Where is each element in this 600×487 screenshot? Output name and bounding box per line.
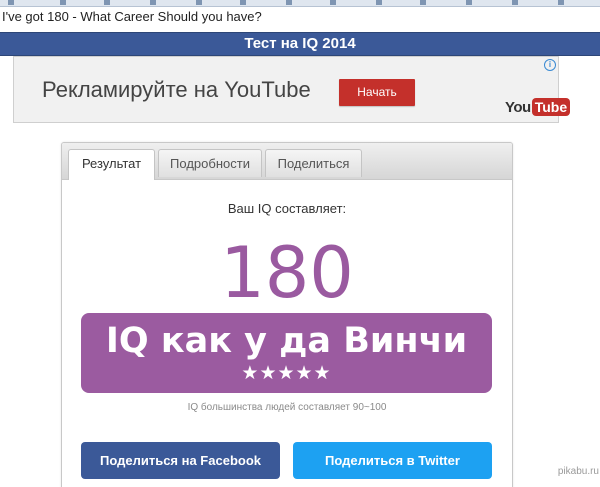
toolbar-icon[interactable]	[8, 0, 14, 5]
ad-banner[interactable]: i Рекламируйте на YouTube Начать You Tub…	[13, 56, 571, 123]
toolbar-icon[interactable]	[150, 0, 156, 5]
toolbar-icon[interactable]	[330, 0, 336, 5]
rating-stars: ★★★★★	[241, 363, 332, 384]
iq-score: 180	[220, 232, 354, 314]
toolbar-icon[interactable]	[104, 0, 110, 5]
toolbar-icon[interactable]	[286, 0, 292, 5]
ad-text[interactable]: Рекламируйте на YouTube	[42, 77, 311, 103]
average-iq-note: IQ большинства людей составляет 90~100	[187, 402, 387, 413]
toolbar-icon[interactable]	[240, 0, 246, 5]
info-icon[interactable]: i	[544, 59, 556, 71]
toolbar-icon[interactable]	[558, 0, 564, 5]
share-twitter-button[interactable]: Поделиться в Twitter	[293, 442, 492, 479]
window-title: I've got 180 - What Career Should you ha…	[2, 9, 262, 24]
app-header: Тест на IQ 2014	[0, 32, 600, 56]
youtube-logo-you: You	[505, 98, 531, 116]
tab-result[interactable]: Результат	[68, 149, 155, 180]
toolbar-icon[interactable]	[196, 0, 202, 5]
youtube-logo[interactable]: You Tube	[505, 97, 571, 117]
ad-start-button[interactable]: Начать	[339, 79, 415, 106]
result-title: IQ как у да Винчи	[105, 321, 468, 361]
tab-share[interactable]: Поделиться	[265, 149, 362, 177]
browser-toolbar-strip	[0, 0, 600, 7]
toolbar-icon[interactable]	[60, 0, 66, 5]
share-facebook-button[interactable]: Поделиться на Facebook	[81, 442, 280, 479]
watermark: pikabu.ru	[557, 466, 599, 477]
toolbar-icon[interactable]	[376, 0, 382, 5]
toolbar-icon[interactable]	[466, 0, 472, 5]
result-badge: IQ как у да Винчи ★★★★★	[81, 313, 492, 393]
page: I've got 180 - What Career Should you ha…	[0, 0, 600, 487]
iq-label: Ваш IQ составляет:	[227, 201, 347, 216]
tabs-bar: Результат Подробности Поделиться	[62, 143, 512, 180]
toolbar-icon[interactable]	[420, 0, 426, 5]
result-card: Результат Подробности Поделиться Ваш IQ …	[61, 142, 513, 487]
tab-details[interactable]: Подробности	[158, 149, 262, 177]
toolbar-icon[interactable]	[512, 0, 518, 5]
youtube-logo-tube: Tube	[531, 98, 571, 116]
